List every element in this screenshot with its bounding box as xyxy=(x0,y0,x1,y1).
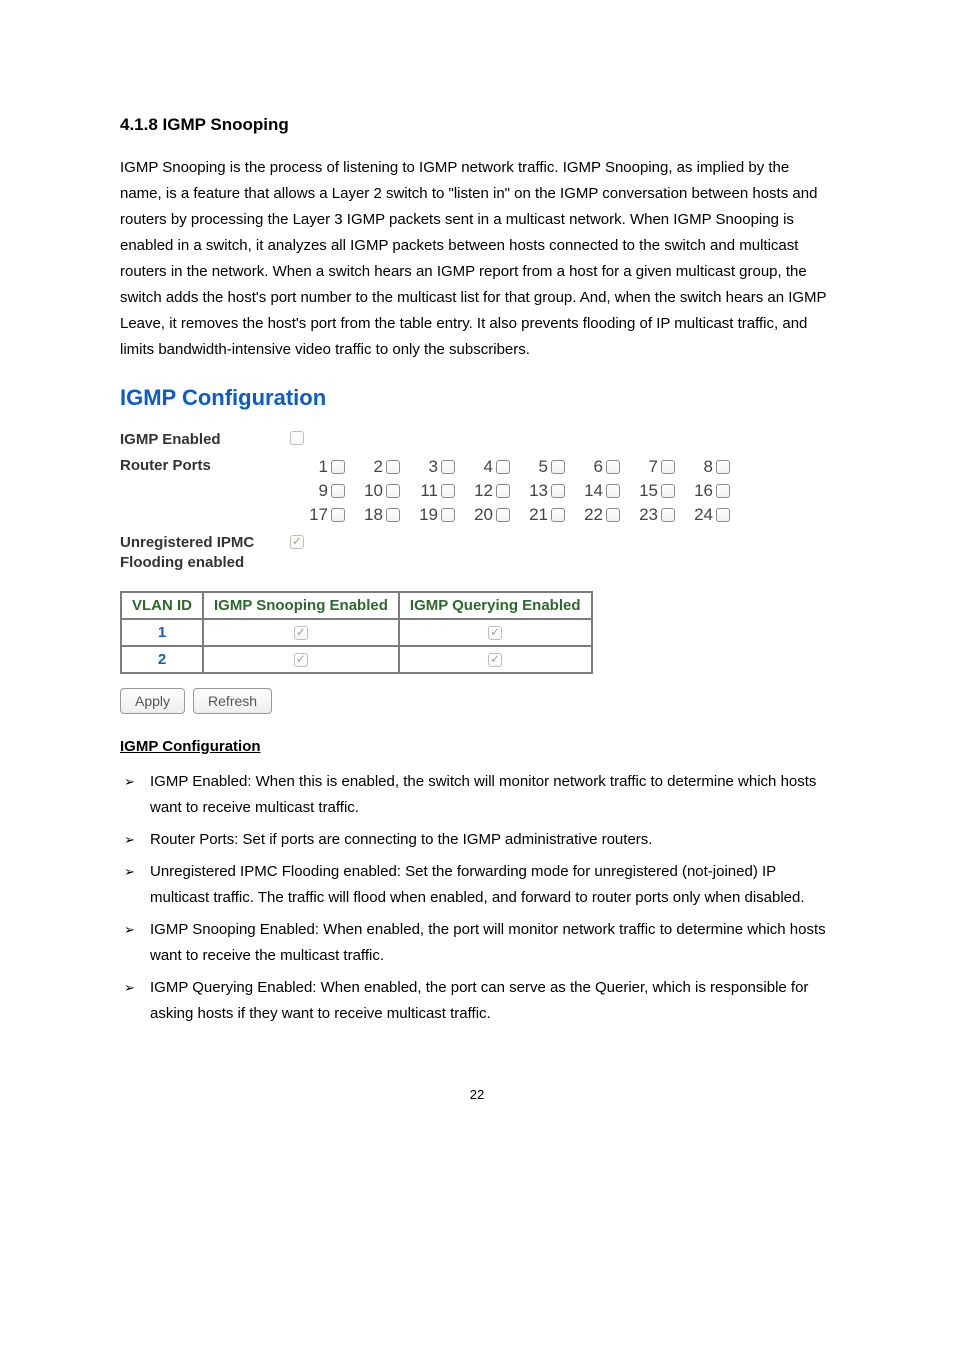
port-label: 16 xyxy=(694,481,713,501)
table-row: 2 xyxy=(121,646,592,673)
bullet-list: IGMP Enabled: When this is enabled, the … xyxy=(124,769,834,1027)
port-label: 1 xyxy=(319,457,328,477)
port-checkbox[interactable] xyxy=(606,460,620,474)
port-label: 11 xyxy=(420,481,438,501)
port-label: 2 xyxy=(374,457,383,477)
port-label: 10 xyxy=(364,481,383,501)
vlan-table: VLAN ID IGMP Snooping Enabled IGMP Query… xyxy=(120,591,593,674)
port-checkbox[interactable] xyxy=(386,484,400,498)
refresh-button[interactable]: Refresh xyxy=(193,688,272,714)
port-label: 13 xyxy=(529,481,548,501)
snooping-checkbox[interactable] xyxy=(294,626,308,640)
port-checkbox[interactable] xyxy=(331,508,345,522)
port-checkbox[interactable] xyxy=(496,508,510,522)
col-vlan-id: VLAN ID xyxy=(121,592,203,619)
port-checkbox[interactable] xyxy=(551,484,565,498)
unregistered-ipmc-checkbox[interactable] xyxy=(290,535,304,549)
col-snooping: IGMP Snooping Enabled xyxy=(203,592,399,619)
querying-checkbox[interactable] xyxy=(488,653,502,667)
port-label: 17 xyxy=(309,505,328,525)
port-checkbox[interactable] xyxy=(606,508,620,522)
igmp-enabled-checkbox[interactable] xyxy=(290,431,304,445)
port-checkbox[interactable] xyxy=(661,508,675,522)
port-checkbox[interactable] xyxy=(441,484,455,498)
port-label: 19 xyxy=(419,505,438,525)
port-label: 24 xyxy=(694,505,713,525)
port-label: 6 xyxy=(594,457,603,477)
vlan-id-cell: 1 xyxy=(121,619,203,646)
intro-paragraph: IGMP Snooping is the process of listenin… xyxy=(120,155,834,363)
snooping-checkbox[interactable] xyxy=(294,653,308,667)
port-label: 14 xyxy=(584,481,603,501)
router-ports-label: Router Ports xyxy=(120,457,290,474)
port-checkbox[interactable] xyxy=(606,484,620,498)
port-checkbox[interactable] xyxy=(661,460,675,474)
port-checkbox[interactable] xyxy=(661,484,675,498)
port-checkbox[interactable] xyxy=(386,460,400,474)
col-querying: IGMP Querying Enabled xyxy=(399,592,592,619)
section-heading: 4.1.8 IGMP Snooping xyxy=(120,115,834,135)
apply-button[interactable]: Apply xyxy=(120,688,185,714)
port-label: 18 xyxy=(364,505,383,525)
port-checkbox[interactable] xyxy=(496,460,510,474)
port-checkbox[interactable] xyxy=(551,460,565,474)
port-label: 5 xyxy=(539,457,548,477)
unregistered-ipmc-label: Unregistered IPMC Flooding enabled xyxy=(120,533,290,573)
port-checkbox[interactable] xyxy=(441,508,455,522)
port-checkbox[interactable] xyxy=(716,508,730,522)
port-label: 4 xyxy=(484,457,493,477)
port-checkbox[interactable] xyxy=(386,508,400,522)
port-label: 21 xyxy=(529,505,548,525)
port-label: 9 xyxy=(319,481,328,501)
page-number: 22 xyxy=(120,1087,834,1102)
port-label: 7 xyxy=(649,457,658,477)
vlan-id-cell: 2 xyxy=(121,646,203,673)
port-label: 20 xyxy=(474,505,493,525)
list-item: IGMP Snooping Enabled: When enabled, the… xyxy=(124,917,834,969)
router-ports-grid: 1 2 3 4 5 6 7 8 9 10 11 12 13 14 15 16 1… xyxy=(290,457,730,525)
list-item: IGMP Querying Enabled: When enabled, the… xyxy=(124,975,834,1027)
port-label: 12 xyxy=(474,481,493,501)
port-checkbox[interactable] xyxy=(331,460,345,474)
port-label: 3 xyxy=(429,457,438,477)
port-checkbox[interactable] xyxy=(716,484,730,498)
table-row: 1 xyxy=(121,619,592,646)
subsection-heading: IGMP Configuration xyxy=(120,738,834,755)
list-item: IGMP Enabled: When this is enabled, the … xyxy=(124,769,834,821)
igmp-enabled-label: IGMP Enabled xyxy=(120,431,290,448)
port-label: 23 xyxy=(639,505,658,525)
port-label: 15 xyxy=(639,481,658,501)
list-item: Unregistered IPMC Flooding enabled: Set … xyxy=(124,859,834,911)
port-checkbox[interactable] xyxy=(331,484,345,498)
port-label: 8 xyxy=(704,457,713,477)
port-checkbox[interactable] xyxy=(496,484,510,498)
port-checkbox[interactable] xyxy=(551,508,565,522)
list-item: Router Ports: Set if ports are connectin… xyxy=(124,827,834,853)
port-checkbox[interactable] xyxy=(441,460,455,474)
config-title: IGMP Configuration xyxy=(120,385,834,411)
port-checkbox[interactable] xyxy=(716,460,730,474)
querying-checkbox[interactable] xyxy=(488,626,502,640)
port-label: 22 xyxy=(584,505,603,525)
